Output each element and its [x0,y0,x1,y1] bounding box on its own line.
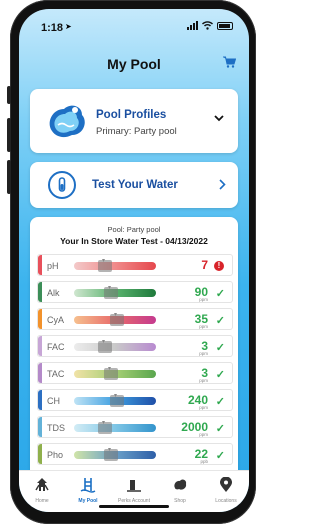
ideal-tick: ▾ [114,393,118,399]
test-tube-icon [48,171,76,199]
status-time: 1:18 [41,22,64,34]
result-unit: ppm [199,405,208,410]
result-row-cya[interactable]: CyA ▾ 35 ppm ✓ [37,308,233,330]
result-accent [38,417,42,437]
result-label: CyA [47,315,65,325]
home-icon [34,477,50,498]
result-row-tds[interactable]: TDS ▾ 2000 ppm ✓ [37,416,233,438]
result-label: Alk [47,288,60,298]
result-accent [38,255,42,275]
app-screen: 1:18 ➤ My Pool Pool Profiles Primary: Pa… [19,9,249,512]
result-row-fac[interactable]: FAC ▾ 3 ppm ✓ [37,335,233,357]
result-label: FAC [47,342,65,352]
result-unit: ppb [200,459,208,464]
check-icon: ✓ [215,342,225,354]
result-range-bar [74,343,156,351]
result-label: CH [47,396,60,406]
phone-volume-up [7,118,11,152]
result-unit: ppm [199,297,208,302]
test-your-water-label: Test Your Water [92,179,178,191]
location-arrow-icon: ➤ [65,22,72,31]
signal-icon [187,21,198,30]
result-unit: ppm [199,378,208,383]
result-unit: ppm [199,351,208,356]
ideal-tick: ▾ [102,339,106,345]
results-test-date: Your In Store Water Test - 04/13/2022 [60,236,208,246]
pool-ladder-icon [80,477,96,498]
page-title: My Pool [107,56,161,72]
pool-profiles-card[interactable]: Pool Profiles Primary: Party pool [30,89,238,153]
check-icon: ✓ [215,450,225,462]
result-row-alk[interactable]: Alk ▾ 90 ppm ✓ [37,281,233,303]
result-unit: ppm [199,324,208,329]
check-icon: ✓ [215,423,225,435]
tab-home[interactable]: Home [19,471,65,512]
location-pin-icon [219,476,233,498]
check-icon: ✓ [215,369,225,381]
result-label: TAC [47,369,65,379]
tab-label: Locations [215,498,237,504]
result-unit: ppm [199,432,208,437]
primary-pool-label: Primary: Party pool [96,126,177,137]
tab-label: My Pool [78,498,98,504]
status-bar: 1:18 ➤ [19,9,249,43]
test-your-water-card[interactable]: Test Your Water [30,162,238,208]
chevron-down-icon[interactable] [214,115,224,122]
shop-icon [172,477,188,498]
wifi-icon [202,21,213,30]
ideal-tick: ▾ [108,366,112,372]
results-list: pH ▾ 7! Alk ▾ 90 ppm ✓ CyA ▾ 35 ppm ✓ FAC ▾ 3 ppm ✓ TAC ▾ 3 p… [37,254,233,470]
phone-volume-down [7,160,11,194]
result-row-ph[interactable]: pH ▾ 7! [37,254,233,276]
perks-icon [126,477,142,498]
result-accent [38,309,42,329]
result-label: TDS [47,423,65,433]
ideal-tick: ▾ [114,312,118,318]
pool-profiles-title: Pool Profiles [96,109,167,121]
chevron-right-icon[interactable] [219,179,226,190]
result-accent [38,336,42,356]
cart-icon[interactable] [223,56,236,68]
result-row-ch[interactable]: CH ▾ 240 ppm ✓ [37,389,233,411]
check-icon: ✓ [215,396,225,408]
result-row-pho[interactable]: Pho ▾ 22 ppb ✓ [37,443,233,465]
result-range-bar [74,262,156,270]
battery-icon [217,21,233,30]
result-accent [38,444,42,464]
tab-locations[interactable]: Locations [203,471,249,512]
ideal-tick: ▾ [108,447,112,453]
home-indicator [99,505,169,508]
result-accent [38,363,42,383]
check-icon: ✓ [215,315,225,327]
warning-icon: ! [214,261,224,271]
result-value: 7 [201,258,208,272]
result-accent [38,390,42,410]
result-label: Pho [47,450,64,460]
result-row-tac[interactable]: TAC ▾ 3 ppm ✓ [37,362,233,384]
status-icons [187,21,233,30]
result-accent [38,282,42,302]
pool-profile-icon [49,105,85,138]
tab-label: Home [35,498,49,504]
check-icon: ✓ [215,288,225,300]
ideal-tick: ▾ [108,285,112,291]
results-pool-name: Pool: Party pool [107,225,161,234]
water-test-results-card: Pool: Party pool Your In Store Water Tes… [30,217,238,487]
ideal-tick: ▾ [102,258,106,264]
result-label: pH [47,261,59,271]
tab-label: Perks Account [118,498,150,504]
ideal-tick: ▾ [102,420,106,426]
result-range-bar [74,424,156,432]
tab-label: Shop [174,498,186,504]
phone-side-button [7,86,11,104]
